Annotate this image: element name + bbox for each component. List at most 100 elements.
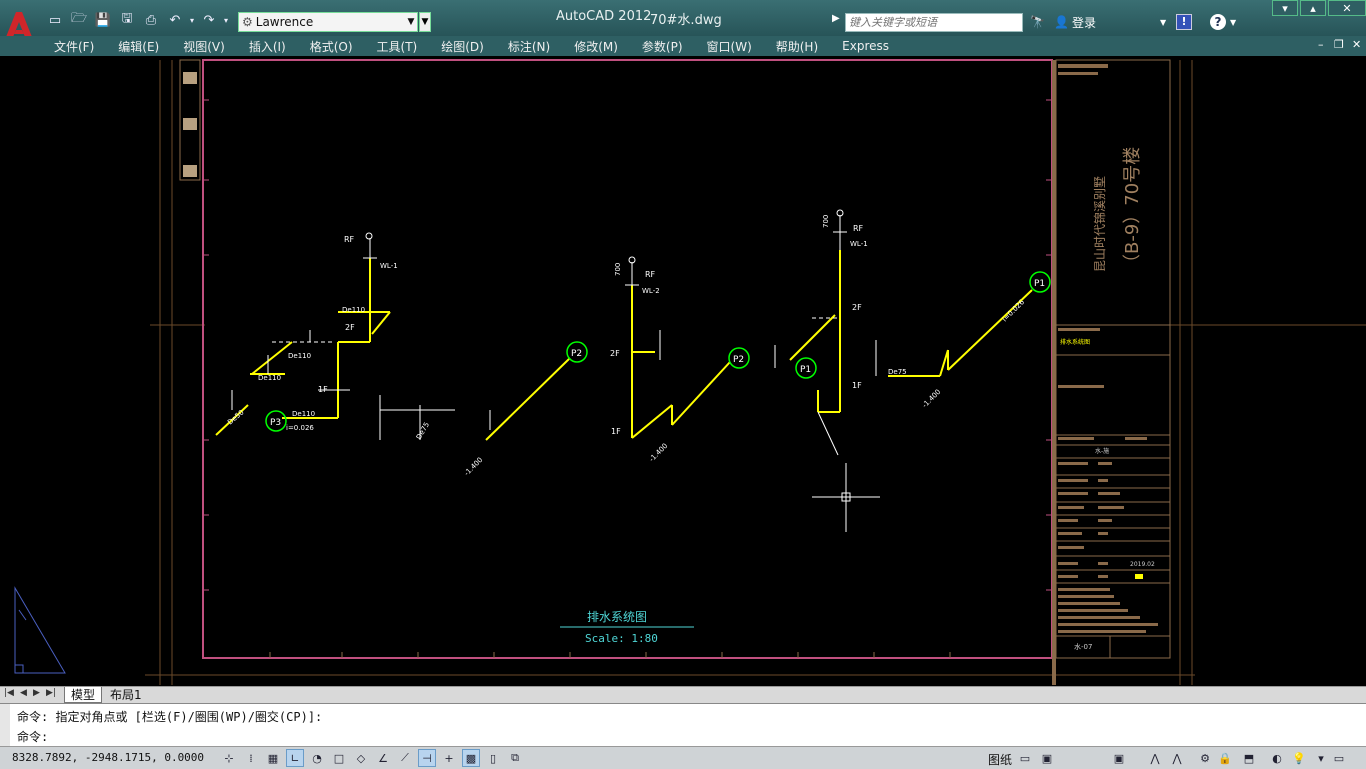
menu-modify[interactable]: 修改(M) xyxy=(562,38,630,55)
quick-view-layouts-icon[interactable]: ▭ xyxy=(1016,749,1034,767)
drawing-title: 排水系统图 xyxy=(587,610,647,624)
menu-insert[interactable]: 插入(I) xyxy=(237,38,298,55)
sheet-number: 水-07 xyxy=(1074,642,1092,651)
menu-edit[interactable]: 编辑(E) xyxy=(106,38,171,55)
next-tab-icon[interactable]: ▶ xyxy=(33,688,40,698)
doc-minimize-button[interactable]: – xyxy=(1318,38,1324,51)
selection-cycling-icon[interactable]: ⧉ xyxy=(506,749,524,767)
clean-screen-icon[interactable]: ▭ xyxy=(1330,749,1348,767)
label-h700-center: 700 xyxy=(614,263,622,276)
transparency-icon[interactable]: ▩ xyxy=(462,749,480,767)
user-icon: 👤 xyxy=(1054,15,1069,29)
first-tab-icon[interactable]: |◀ xyxy=(4,688,14,698)
help-icon[interactable]: ? xyxy=(1210,12,1226,32)
menu-dimension[interactable]: 标注(N) xyxy=(496,38,562,55)
coordinate-readout[interactable]: 8328.7892, -2948.1715, 0.0000 xyxy=(12,751,204,764)
command-grip[interactable] xyxy=(0,704,10,747)
maximize-viewport-icon[interactable]: ▣ xyxy=(1110,749,1128,767)
hardware-acceleration-icon[interactable]: ⬒ xyxy=(1240,749,1258,767)
label-1f-left: 1F xyxy=(318,385,328,394)
menu-draw[interactable]: 绘图(D) xyxy=(429,38,496,55)
ortho-mode-icon[interactable]: ∟ xyxy=(286,749,304,767)
menu-format[interactable]: 格式(O) xyxy=(298,38,365,55)
minimize-button[interactable]: ▾ xyxy=(1272,0,1298,16)
label-2f-right: 2F xyxy=(852,303,862,312)
last-tab-icon[interactable]: ▶| xyxy=(46,688,56,698)
login-button[interactable]: 登录 xyxy=(1072,12,1096,32)
titleblock-date: 2019.02 xyxy=(1130,561,1155,568)
open-file-icon[interactable]: 🗁 xyxy=(68,10,90,30)
label-slope-right: i=0.026 xyxy=(1001,298,1027,324)
help-dropdown-icon[interactable]: ▼ xyxy=(1230,12,1236,32)
svg-text:水-施: 水-施 xyxy=(1095,447,1109,455)
label-elev-right: -1.400 xyxy=(921,388,943,410)
dynamic-input-icon[interactable]: ⊣ xyxy=(418,749,436,767)
marker-p3-label: P3 xyxy=(270,418,281,428)
toolbar-lock-icon[interactable]: 🔒 xyxy=(1216,749,1234,767)
command-prompt[interactable]: 命令: xyxy=(17,728,48,745)
label-wl1-right: WL-1 xyxy=(850,240,868,248)
command-window: 命令: 指定对角点或 [栏选(F)/圈围(WP)/圈交(CP)]: 命令: xyxy=(0,703,1366,747)
login-dropdown-icon[interactable]: ▼ xyxy=(1160,12,1166,32)
label-de75-a: De75 xyxy=(415,421,431,441)
chevron-down-icon: ▼ xyxy=(407,17,415,27)
grid-display-icon[interactable]: ▦ xyxy=(264,749,282,767)
label-2f-center: 2F xyxy=(610,349,620,358)
dynamic-ucs-icon[interactable]: ⟋ xyxy=(396,749,414,767)
app-title: AutoCAD 2012 xyxy=(556,9,652,24)
otrack-icon[interactable]: ∠ xyxy=(374,749,392,767)
undo-dropdown-icon[interactable]: ▾ xyxy=(188,10,196,30)
lightbulb-icon[interactable]: 💡 xyxy=(1290,749,1308,767)
doc-restore-button[interactable]: ❐ xyxy=(1334,38,1344,51)
3d-osnap-icon[interactable]: ◇ xyxy=(352,749,370,767)
menu-help[interactable]: 帮助(H) xyxy=(764,38,830,55)
search-input[interactable] xyxy=(845,13,1023,32)
redo-dropdown-icon[interactable]: ▾ xyxy=(222,10,230,30)
annotation-visibility-icon[interactable]: ⋀ xyxy=(1168,749,1186,767)
label-1f-right: 1F xyxy=(852,381,862,390)
status-menu-icon[interactable]: ▾ xyxy=(1312,749,1330,767)
restore-button[interactable]: ▴ xyxy=(1300,0,1326,16)
expand-search-icon[interactable]: ▶ xyxy=(832,13,844,32)
lineweight-icon[interactable]: + xyxy=(440,749,458,767)
infer-constraints-icon[interactable]: ⊹ xyxy=(220,749,238,767)
label-de110-c: De110 xyxy=(258,374,281,382)
exchange-icon[interactable]: ! xyxy=(1176,12,1192,32)
workspace-select[interactable]: ⚙ Lawrence ▼ xyxy=(238,12,418,32)
drawing-canvas[interactable]: 排水系统图 水-施 2019.02 水-07 昆山时代锦溪别墅 （B-9）70号… xyxy=(0,56,1366,686)
menu-express[interactable]: Express xyxy=(830,39,901,53)
isolate-objects-icon[interactable]: ◐ xyxy=(1268,749,1286,767)
paper-space-toggle[interactable]: 图纸 xyxy=(988,751,1012,768)
quick-view-drawings-icon[interactable]: ▣ xyxy=(1038,749,1056,767)
doc-close-button[interactable]: ✕ xyxy=(1352,38,1361,51)
tab-model[interactable]: 模型 xyxy=(64,687,103,703)
workspace-switch-icon[interactable]: ⚙ xyxy=(1196,749,1214,767)
label-rf-left: RF xyxy=(344,235,355,244)
tab-layout1[interactable]: 布局1 xyxy=(104,687,148,702)
prev-tab-icon[interactable]: ◀ xyxy=(20,688,27,698)
save-icon[interactable]: 💾 xyxy=(92,10,114,30)
label-rf-center: RF xyxy=(645,270,656,279)
redo-icon[interactable]: ↷ xyxy=(198,10,220,30)
annotation-scale-icon[interactable]: ⋀ xyxy=(1146,749,1164,767)
undo-icon[interactable]: ↶ xyxy=(164,10,186,30)
quick-properties-icon[interactable]: ▯ xyxy=(484,749,502,767)
menu-tools[interactable]: 工具(T) xyxy=(365,38,430,55)
menu-parametric[interactable]: 参数(P) xyxy=(630,38,695,55)
object-snap-icon[interactable]: □ xyxy=(330,749,348,767)
status-bar: 8328.7892, -2948.1715, 0.0000 ⊹ ⁞ ▦ ∟ ◔ … xyxy=(0,746,1366,769)
binoculars-icon[interactable]: 🔭 xyxy=(1030,12,1045,32)
workspace-value: Lawrence xyxy=(255,15,314,29)
menu-view[interactable]: 视图(V) xyxy=(171,38,237,55)
new-file-icon[interactable]: ▭ xyxy=(44,10,66,30)
print-icon[interactable]: ⎙ xyxy=(140,10,162,30)
close-button[interactable]: ✕ xyxy=(1328,0,1366,16)
marker-p2-center-label: P2 xyxy=(733,355,744,365)
save-as-icon[interactable]: 🖫 xyxy=(116,10,138,30)
snap-mode-icon[interactable]: ⁞ xyxy=(242,749,260,767)
command-history: 命令: 指定对角点或 [栏选(F)/圈围(WP)/圈交(CP)]: xyxy=(17,710,323,724)
customize-qat-button[interactable]: ▼ xyxy=(419,12,431,32)
menu-file[interactable]: 文件(F) xyxy=(42,38,106,55)
menu-window[interactable]: 窗口(W) xyxy=(695,38,764,55)
polar-tracking-icon[interactable]: ◔ xyxy=(308,749,326,767)
